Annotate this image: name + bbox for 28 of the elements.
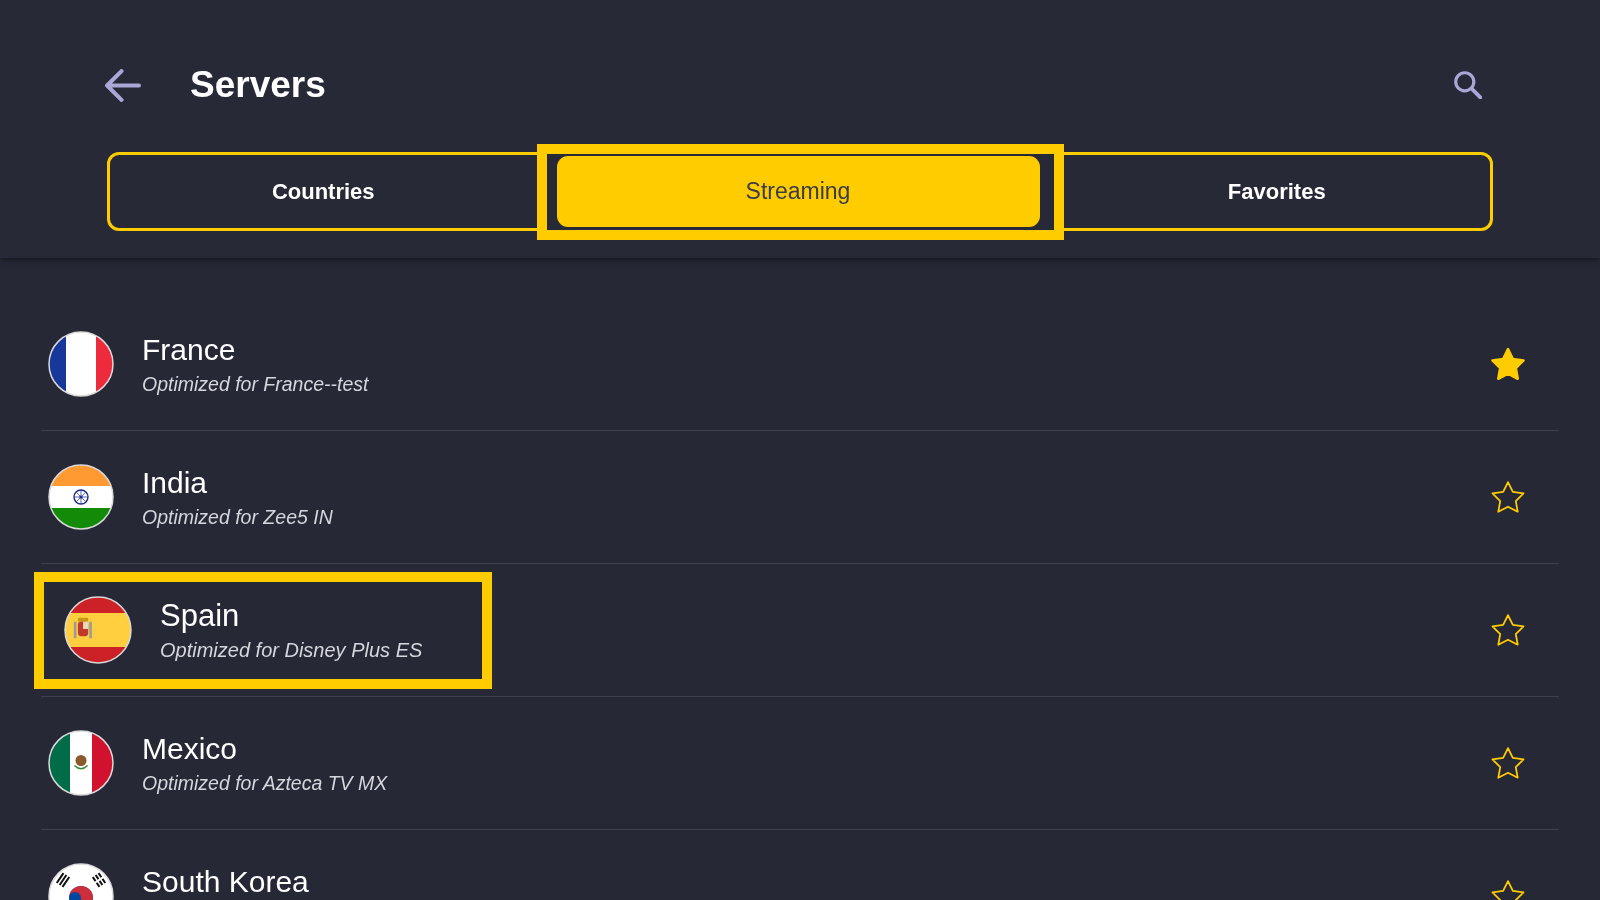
- country-name: India: [142, 465, 209, 501]
- tab[interactable]: Streaming: [556, 156, 1040, 227]
- country-name: France: [142, 332, 237, 368]
- mexico-flag-icon: [48, 730, 114, 796]
- back-arrow-icon[interactable]: [104, 68, 141, 102]
- page-title: Servers: [190, 64, 326, 106]
- star-icon[interactable]: [1490, 347, 1526, 381]
- star-icon[interactable]: [1490, 746, 1526, 780]
- server-item[interactable]: Spain Optimized for Disney Plus ES: [34, 571, 492, 689]
- server-item[interactable]: Mexico Optimized for Azteca TV MX: [48, 730, 388, 796]
- france-flag-icon: [48, 331, 114, 397]
- search-icon[interactable]: [1454, 71, 1482, 99]
- country-name: Mexico: [142, 731, 239, 767]
- star-icon[interactable]: [1490, 480, 1526, 514]
- server-description: Optimized for Disney Plus ES: [160, 638, 423, 662]
- server-item[interactable]: South Korea: [48, 863, 309, 900]
- server-description: Optimized for Zee5 IN: [142, 505, 333, 529]
- server-item[interactable]: France Optimized for France--test: [48, 331, 369, 397]
- tab[interactable]: Favorites: [1063, 155, 1490, 228]
- star-icon[interactable]: [1490, 613, 1526, 647]
- country-name: Spain: [160, 598, 241, 634]
- spain-flag-icon: [64, 596, 132, 664]
- country-name: South Korea: [142, 864, 309, 900]
- india-flag-icon: [48, 464, 114, 530]
- server-description: Optimized for Azteca TV MX: [142, 771, 388, 795]
- server-description: Optimized for France--test: [142, 372, 369, 396]
- server-item[interactable]: India Optimized for Zee5 IN: [48, 464, 333, 530]
- tab[interactable]: Countries: [110, 155, 537, 228]
